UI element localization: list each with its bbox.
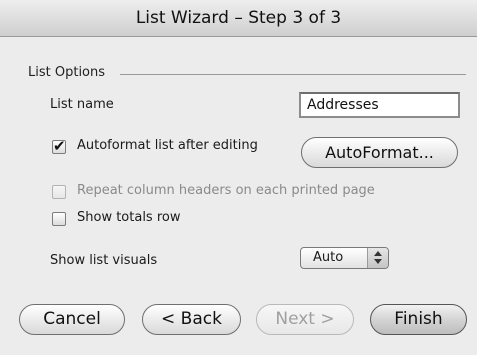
list-visuals-select[interactable]: Auto <box>300 247 389 269</box>
arrow-up-icon <box>374 251 382 256</box>
group-divider <box>120 74 466 75</box>
list-name-label: List name <box>50 97 114 112</box>
list-visuals-label: Show list visuals <box>50 253 158 268</box>
group-label-list-options: List Options <box>28 65 106 80</box>
stepper-arrows-icon <box>367 248 388 268</box>
cancel-button[interactable]: Cancel <box>19 304 125 335</box>
totals-row-checkbox[interactable] <box>52 212 66 226</box>
arrow-down-icon <box>374 259 382 264</box>
window-title: List Wizard – Step 3 of 3 <box>0 0 477 37</box>
repeat-headers-checkbox[interactable] <box>52 185 66 199</box>
autoformat-checkbox[interactable]: ✔ <box>52 137 66 155</box>
autoformat-label: Autoformat list after editing <box>77 138 258 153</box>
list-wizard-dialog: List Wizard – Step 3 of 3 List Options L… <box>0 0 477 355</box>
next-button[interactable]: Next > <box>256 304 354 335</box>
autoformat-button[interactable]: AutoFormat... <box>301 137 458 168</box>
list-visuals-selected-value: Auto <box>313 250 344 265</box>
list-name-input[interactable] <box>299 92 460 118</box>
finish-button[interactable]: Finish <box>370 304 467 335</box>
totals-row-label: Show totals row <box>77 210 181 225</box>
checkmark-icon: ✔ <box>53 137 66 155</box>
repeat-headers-label: Repeat column headers on each printed pa… <box>77 183 375 198</box>
back-button[interactable]: < Back <box>142 304 241 335</box>
